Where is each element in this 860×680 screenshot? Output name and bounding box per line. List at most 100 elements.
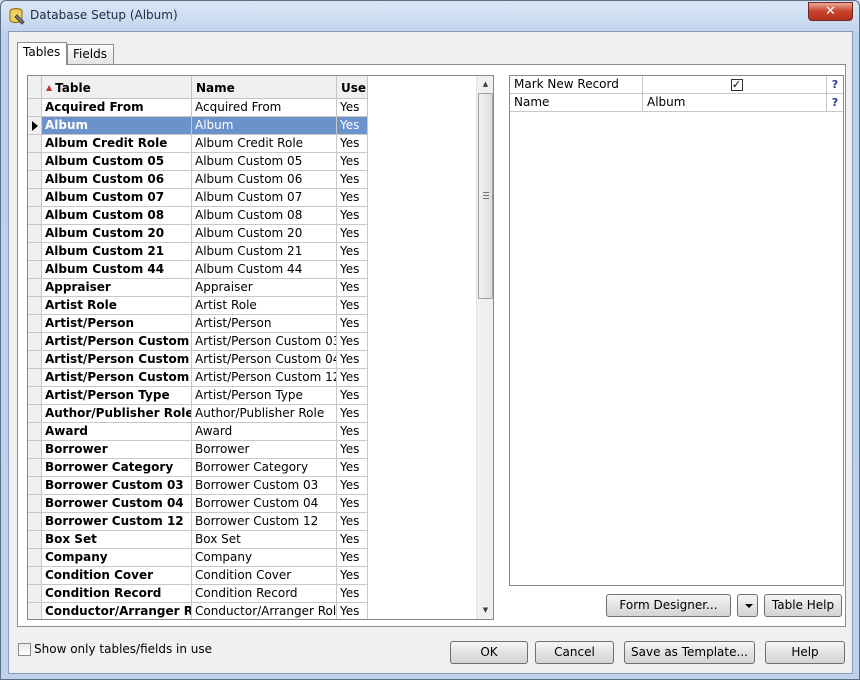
use-cell[interactable]: Yes [337, 603, 368, 619]
row-indicator[interactable] [28, 387, 42, 405]
use-cell[interactable]: Yes [337, 549, 368, 567]
table-row[interactable]: Borrower Borrower Yes [28, 441, 368, 459]
row-indicator[interactable] [28, 369, 42, 387]
table-cell[interactable]: Album Credit Role [42, 135, 192, 153]
table-cell[interactable]: Album Custom 05 [42, 153, 192, 171]
name-cell[interactable]: Artist Role [192, 297, 337, 315]
row-indicator[interactable] [28, 171, 42, 189]
name-cell[interactable]: Borrower Category [192, 459, 337, 477]
table-cell[interactable]: Album Custom 07 [42, 189, 192, 207]
row-indicator[interactable] [28, 441, 42, 459]
name-cell[interactable]: Artist/Person Custom 12 [192, 369, 337, 387]
ok-button[interactable]: OK [450, 641, 528, 664]
table-cell[interactable]: Award [42, 423, 192, 441]
row-indicator[interactable] [28, 423, 42, 441]
row-indicator[interactable] [28, 603, 42, 619]
table-row[interactable]: Condition Cover Condition Cover Yes [28, 567, 368, 585]
table-cell[interactable]: Author/Publisher Role [42, 405, 192, 423]
scroll-up-arrow-icon[interactable]: ▲ [477, 76, 493, 93]
name-cell[interactable]: Album [192, 117, 337, 135]
table-row[interactable]: Album Custom 21 Album Custom 21 Yes [28, 243, 368, 261]
name-cell[interactable]: Condition Cover [192, 567, 337, 585]
use-cell[interactable]: Yes [337, 567, 368, 585]
use-cell[interactable]: Yes [337, 99, 368, 117]
use-cell[interactable]: Yes [337, 225, 368, 243]
row-indicator[interactable] [28, 189, 42, 207]
table-cell[interactable]: Artist/Person Custom 04 [42, 351, 192, 369]
table-cell[interactable]: Borrower Custom 12 [42, 513, 192, 531]
table-row[interactable]: Borrower Custom 04 Borrower Custom 04 Yes [28, 495, 368, 513]
table-row[interactable]: Condition Record Condition Record Yes [28, 585, 368, 603]
use-cell[interactable]: Yes [337, 495, 368, 513]
table-cell[interactable]: Company [42, 549, 192, 567]
use-cell[interactable]: Yes [337, 585, 368, 603]
name-cell[interactable]: Artist/Person Custom 04 [192, 351, 337, 369]
scroll-down-arrow-icon[interactable]: ▼ [477, 602, 493, 619]
name-cell[interactable]: Album Custom 44 [192, 261, 337, 279]
use-cell[interactable]: Yes [337, 279, 368, 297]
row-indicator[interactable] [28, 117, 42, 135]
name-cell[interactable]: Condition Record [192, 585, 337, 603]
table-row[interactable]: Borrower Custom 03 Borrower Custom 03 Yes [28, 477, 368, 495]
name-cell[interactable]: Artist/Person [192, 315, 337, 333]
scroll-thumb[interactable] [478, 93, 493, 299]
row-indicator[interactable] [28, 459, 42, 477]
row-indicator[interactable] [28, 315, 42, 333]
table-row[interactable]: Album Custom 08 Album Custom 08 Yes [28, 207, 368, 225]
column-header-use[interactable]: Use [337, 76, 368, 99]
table-row[interactable]: Album Custom 44 Album Custom 44 Yes [28, 261, 368, 279]
name-value-field[interactable]: Album [643, 94, 827, 112]
table-row[interactable]: Award Award Yes [28, 423, 368, 441]
table-cell[interactable]: Album Custom 44 [42, 261, 192, 279]
table-row[interactable]: Album Album Yes [28, 117, 368, 135]
use-cell[interactable]: Yes [337, 513, 368, 531]
table-cell[interactable]: Album [42, 117, 192, 135]
use-cell[interactable]: Yes [337, 477, 368, 495]
row-indicator[interactable] [28, 153, 42, 171]
use-cell[interactable]: Yes [337, 243, 368, 261]
form-designer-button[interactable]: Form Designer... [606, 594, 731, 617]
checkbox-box[interactable] [18, 643, 31, 656]
use-cell[interactable]: Yes [337, 333, 368, 351]
name-cell[interactable]: Borrower Custom 12 [192, 513, 337, 531]
help-icon[interactable]: ? [827, 94, 843, 112]
row-indicator[interactable] [28, 207, 42, 225]
save-as-template-button[interactable]: Save as Template... [624, 641, 755, 664]
table-row[interactable]: Album Custom 20 Album Custom 20 Yes [28, 225, 368, 243]
row-indicator[interactable] [28, 567, 42, 585]
name-cell[interactable]: Acquired From [192, 99, 337, 117]
name-cell[interactable]: Conductor/Arranger Role [192, 603, 337, 619]
table-row[interactable]: Borrower Custom 12 Borrower Custom 12 Yes [28, 513, 368, 531]
table-row[interactable]: Album Custom 05 Album Custom 05 Yes [28, 153, 368, 171]
use-cell[interactable]: Yes [337, 261, 368, 279]
table-cell[interactable]: Borrower Category [42, 459, 192, 477]
table-row[interactable]: Borrower Category Borrower Category Yes [28, 459, 368, 477]
use-cell[interactable]: Yes [337, 405, 368, 423]
table-row[interactable]: Artist/Person Type Artist/Person Type Yes [28, 387, 368, 405]
row-indicator[interactable] [28, 531, 42, 549]
row-indicator[interactable] [28, 513, 42, 531]
cancel-button[interactable]: Cancel [535, 641, 614, 664]
table-cell[interactable]: Album Custom 06 [42, 171, 192, 189]
table-cell[interactable]: Artist/Person [42, 315, 192, 333]
tab-fields[interactable]: Fields [67, 44, 114, 64]
name-cell[interactable]: Album Custom 05 [192, 153, 337, 171]
name-cell[interactable]: Album Credit Role [192, 135, 337, 153]
row-indicator[interactable] [28, 297, 42, 315]
name-cell[interactable]: Borrower Custom 03 [192, 477, 337, 495]
table-cell[interactable]: Artist/Person Custom 12 [42, 369, 192, 387]
use-cell[interactable]: Yes [337, 459, 368, 477]
row-indicator[interactable] [28, 351, 42, 369]
table-cell[interactable]: Artist/Person Custom 03 [42, 333, 192, 351]
table-row[interactable]: Author/Publisher Role Author/Publisher Ro… [28, 405, 368, 423]
grid-vertical-scrollbar[interactable]: ▲ ▼ [476, 76, 493, 619]
table-row[interactable]: Box Set Box Set Yes [28, 531, 368, 549]
use-cell[interactable]: Yes [337, 171, 368, 189]
mark-new-record-checkbox[interactable]: ✓ [730, 79, 743, 91]
table-cell[interactable]: Album Custom 08 [42, 207, 192, 225]
row-indicator[interactable] [28, 405, 42, 423]
row-indicator[interactable] [28, 477, 42, 495]
row-indicator[interactable] [28, 261, 42, 279]
row-indicator[interactable] [28, 279, 42, 297]
name-cell[interactable]: Album Custom 07 [192, 189, 337, 207]
